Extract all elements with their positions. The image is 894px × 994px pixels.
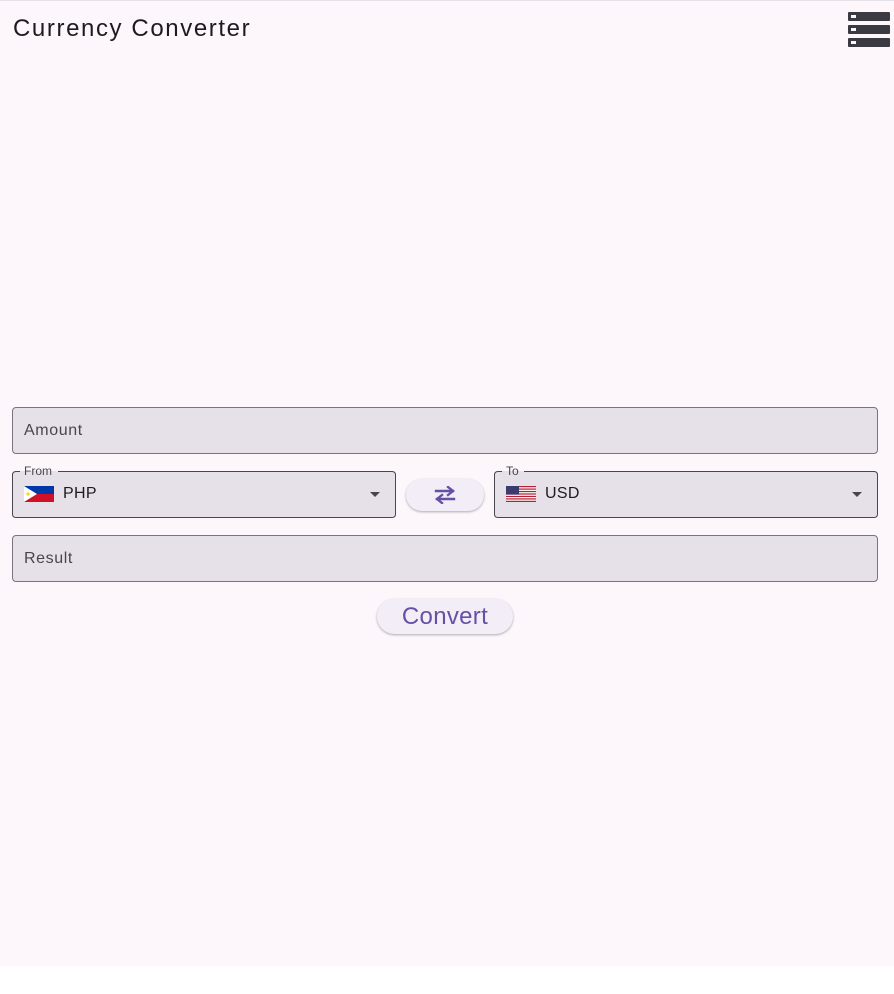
- chevron-down-icon: [370, 492, 380, 497]
- result-input[interactable]: [13, 536, 877, 581]
- swap-arrows-icon: [434, 486, 456, 504]
- usa-flag-icon: [506, 486, 536, 502]
- from-currency-code: PHP: [63, 485, 97, 502]
- chevron-down-icon: [852, 492, 862, 497]
- result-field[interactable]: [12, 535, 878, 582]
- from-label: From: [20, 463, 56, 479]
- amount-field[interactable]: [12, 407, 878, 454]
- app-window: Currency Converter From PHP: [0, 0, 894, 966]
- swap-currencies-button[interactable]: [406, 479, 484, 511]
- to-currency-code: USD: [545, 485, 580, 502]
- philippines-flag-icon: [24, 486, 54, 502]
- from-currency-select[interactable]: From PHP: [12, 463, 396, 518]
- to-label: To: [502, 463, 523, 479]
- storage-list-icon: [848, 12, 890, 47]
- page-title: Currency Converter: [13, 15, 252, 42]
- amount-input[interactable]: [13, 408, 877, 453]
- to-currency-select[interactable]: To USD: [494, 463, 878, 518]
- menu-icon[interactable]: [848, 12, 890, 47]
- convert-button[interactable]: Convert: [377, 599, 513, 634]
